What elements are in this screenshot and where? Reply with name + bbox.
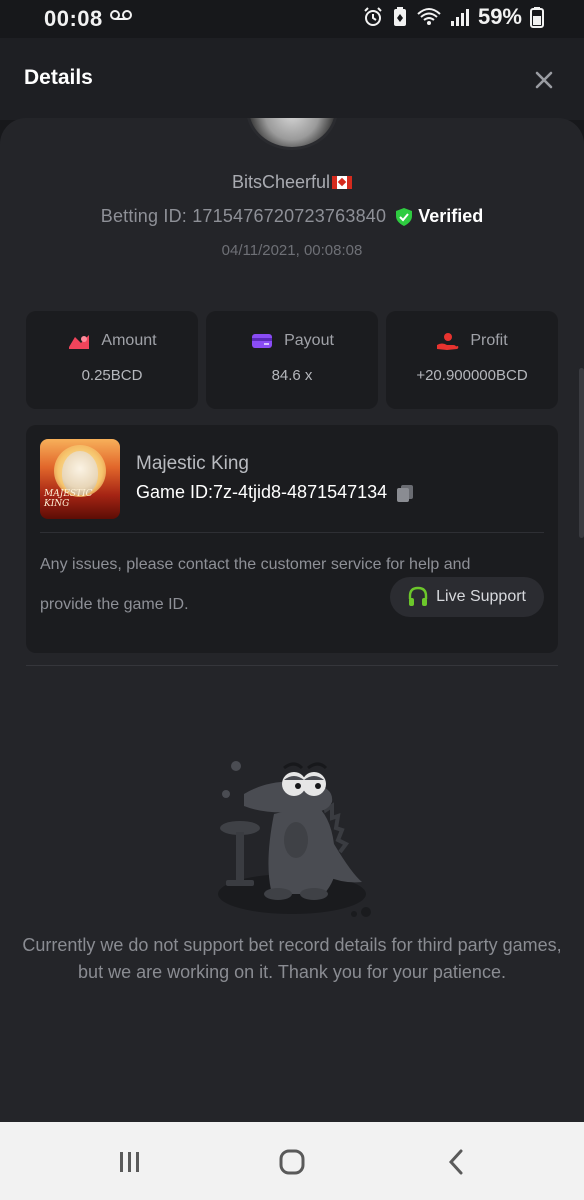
profit-hand-icon [437,333,459,350]
username: BitsCheerful [0,172,584,193]
stat-value: 84.6 x [271,367,313,384]
issues-text-line2: provide the game ID. [40,596,189,613]
game-thumbnail-logo: MAJESTIC KING [44,489,93,509]
stat-amount: Amount 0.25BCD [26,311,198,409]
game-id-row: Game ID:7z-4tjid8-4871547134 [136,482,415,503]
stat-profit: Profit +20.900000BCD [386,311,558,409]
betting-id-row: Betting ID: 1715476720723763840 Verified [0,206,584,227]
voicemail-icon [110,10,132,20]
bet-datetime: 04/11/2021, 00:08:08 [221,242,363,259]
headset-icon [408,586,428,606]
avatar [246,118,338,150]
system-nav-bar [0,1122,584,1200]
section-divider [26,665,558,666]
stat-payout: Payout 84.6 x [206,311,378,409]
home-icon [279,1149,305,1175]
verified-shield-icon [396,207,413,226]
stat-label: Payout [284,332,334,349]
betting-id: Betting ID: 1715476720723763840 [100,206,387,226]
game-thumbnail: MAJESTIC KING [40,439,120,519]
stat-label: Amount [101,332,157,349]
third-party-notice: Currently we do not support bet record d… [22,935,562,982]
alarm-icon [364,7,382,26]
battery-saver-icon [393,7,406,26]
issues-text-line1: Any issues, please contact the customer … [40,556,471,573]
game-card: MAJESTIC KING Majestic King Game ID:7z-4… [26,425,558,653]
recent-apps-button[interactable] [110,1146,150,1178]
game-name: Majestic King [136,453,249,474]
wifi-icon [417,8,441,25]
amount-icon [69,335,90,349]
scrollbar[interactable] [579,368,584,538]
live-support-button[interactable]: Live Support [390,577,544,617]
verified-badge: Verified [394,206,483,227]
details-sheet: BitsCheerful Betting ID: 171547672072376… [0,118,584,1122]
crocodile-mascot-illustration [218,761,371,917]
page-title: Details [24,66,93,89]
close-icon[interactable] [532,68,556,92]
live-support-label: Live Support [436,588,526,605]
canada-flag-icon [332,176,353,189]
divider [40,532,544,533]
payout-card-icon [252,334,273,348]
back-button[interactable] [436,1146,476,1178]
stat-value: 0.25BCD [81,367,143,384]
home-button[interactable] [272,1146,312,1178]
username-text: BitsCheerful [231,172,331,192]
signal-icon [450,9,469,26]
copy-icon[interactable] [395,483,415,503]
game-id: Game ID:7z-4tjid8-4871547134 [136,482,388,502]
details-header: Details [0,38,584,120]
stat-label: Profit [470,332,508,349]
status-time: 00:08 [44,6,103,31]
battery-icon [530,7,544,28]
status-bar: 00:08 59% [0,0,584,38]
back-icon [448,1149,463,1175]
stat-value: +20.900000BCD [416,367,528,384]
recent-apps-icon [120,1152,139,1172]
bet-stats: Amount 0.25BCD Payout 84.6 x Profit +20.… [26,311,558,409]
status-icons: 59% [362,4,544,30]
verified-label: Verified [418,206,484,226]
battery-percent: 59% [477,4,522,29]
